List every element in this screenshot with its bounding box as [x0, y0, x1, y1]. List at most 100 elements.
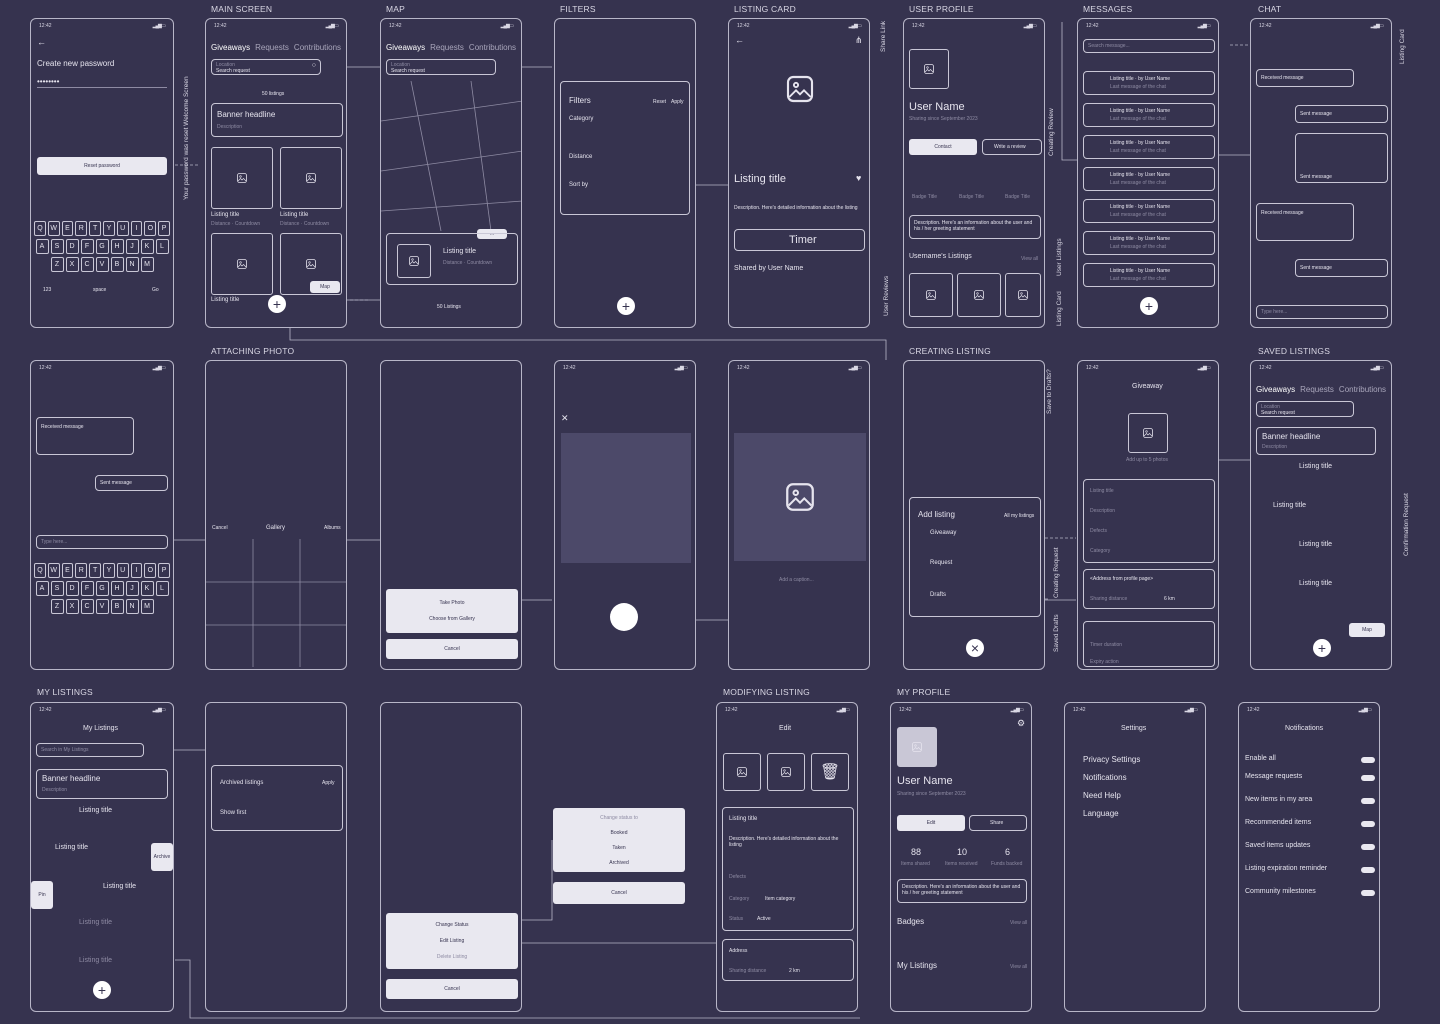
tab-giveaways[interactable]: Giveaways: [1256, 385, 1295, 394]
take-photo-option[interactable]: Take Photo: [439, 600, 464, 606]
key[interactable]: W: [47, 563, 60, 578]
address-field[interactable]: <Address from profile page>: [1090, 576, 1153, 582]
key[interactable]: W: [47, 221, 60, 236]
key[interactable]: P: [158, 221, 170, 236]
key-123[interactable]: 123: [43, 287, 51, 293]
key[interactable]: U: [116, 563, 129, 578]
key[interactable]: E: [61, 563, 74, 578]
description-field[interactable]: Description. Here's detailed information…: [729, 836, 849, 848]
add-listing-button[interactable]: +: [1313, 639, 1331, 657]
add-listing-button[interactable]: +: [268, 295, 286, 313]
cancel-button[interactable]: Cancel: [386, 639, 518, 659]
listing-image[interactable]: [211, 233, 273, 295]
photo-slot[interactable]: [767, 753, 805, 791]
keyboard[interactable]: QWERTYUIOP ASDFGHJKL ZXCVBNM: [34, 563, 170, 617]
write-review-button[interactable]: Write a review: [982, 139, 1042, 155]
close-icon[interactable]: ✕: [561, 413, 569, 424]
apply-link[interactable]: Apply: [322, 780, 335, 786]
albums-link[interactable]: Albums: [324, 525, 341, 531]
conversation-item[interactable]: Listing title · by User Name Last message…: [1083, 135, 1215, 159]
timer-duration-select[interactable]: Timer duration: [1090, 642, 1122, 648]
key[interactable]: U: [116, 221, 129, 236]
toggle-milestones[interactable]: [1361, 890, 1375, 896]
banner-card[interactable]: Banner headline Description: [36, 769, 168, 799]
conversation-item[interactable]: Listing title · by User Name Last message…: [1083, 167, 1215, 191]
share-icon[interactable]: ⋔: [855, 35, 863, 46]
delete-listing-option[interactable]: Delete Listing: [437, 954, 467, 960]
toggle-recommended[interactable]: [1361, 821, 1375, 827]
key-space[interactable]: space: [93, 287, 106, 293]
conversation-item[interactable]: Listing title · by User Name Last message…: [1083, 263, 1215, 287]
favorite-icon[interactable]: ♥: [856, 173, 861, 183]
toggle-message-requests[interactable]: [1361, 775, 1375, 781]
key[interactable]: G: [95, 581, 109, 596]
key[interactable]: Q: [34, 221, 46, 236]
contact-button[interactable]: Contact: [909, 139, 977, 155]
key[interactable]: K: [140, 239, 154, 254]
key[interactable]: I: [130, 563, 143, 578]
listing-title-field[interactable]: Listing title: [1090, 488, 1114, 494]
key[interactable]: P: [158, 563, 170, 578]
search-input[interactable]: Location Search request ○: [211, 59, 321, 75]
key[interactable]: C: [80, 599, 94, 614]
listing-image[interactable]: [280, 147, 342, 209]
cancel-button[interactable]: Cancel: [386, 979, 518, 999]
apply-link[interactable]: Apply: [671, 99, 684, 105]
key[interactable]: N: [125, 257, 139, 272]
key[interactable]: A: [35, 239, 49, 254]
banner-card[interactable]: Banner headline Description: [211, 103, 343, 137]
key[interactable]: R: [75, 563, 88, 578]
key[interactable]: L: [155, 239, 169, 254]
sharing-distance-value[interactable]: 2 km: [789, 968, 800, 974]
settings-item-language[interactable]: Language: [1083, 809, 1119, 818]
caption-input[interactable]: Add a caption...: [779, 577, 814, 583]
photo-slot[interactable]: [723, 753, 761, 791]
tab-giveaways[interactable]: Giveaways: [211, 43, 250, 52]
key[interactable]: H: [110, 581, 124, 596]
toggle-enable-all[interactable]: [1361, 757, 1375, 763]
category-select[interactable]: Category: [1090, 548, 1110, 554]
key[interactable]: B: [110, 599, 124, 614]
shared-by[interactable]: Shared by User Name: [734, 265, 803, 272]
conversation-item[interactable]: Listing title · by User Name Last message…: [1083, 231, 1215, 255]
key[interactable]: N: [125, 599, 139, 614]
close-sheet-button[interactable]: ×: [966, 639, 984, 657]
archive-action[interactable]: Archive: [151, 843, 173, 871]
key[interactable]: C: [80, 257, 94, 272]
edit-listing-option[interactable]: Edit Listing: [440, 938, 464, 944]
reset-password-button[interactable]: Reset password: [37, 157, 167, 175]
key[interactable]: Y: [103, 221, 115, 236]
choose-gallery-option[interactable]: Choose from Gallery: [429, 616, 475, 622]
key[interactable]: F: [80, 239, 94, 254]
category-select[interactable]: Item category: [765, 896, 795, 902]
tab-giveaways[interactable]: Giveaways: [386, 43, 425, 52]
settings-item-help[interactable]: Need Help: [1083, 791, 1121, 800]
sharing-distance-value[interactable]: 6 km: [1164, 596, 1175, 602]
settings-item-privacy[interactable]: Privacy Settings: [1083, 755, 1140, 764]
share-button[interactable]: Share: [969, 815, 1027, 831]
new-message-button[interactable]: +: [1140, 297, 1158, 315]
view-all-link[interactable]: View all: [1010, 964, 1027, 970]
key[interactable]: K: [140, 581, 154, 596]
address-field[interactable]: Address: [729, 948, 747, 954]
key[interactable]: E: [61, 221, 74, 236]
key[interactable]: G: [95, 239, 109, 254]
map-view[interactable]: [381, 81, 522, 231]
key[interactable]: R: [75, 221, 88, 236]
search-input[interactable]: Location Search request: [1256, 401, 1354, 417]
tab-contributions[interactable]: Contributions: [1339, 385, 1386, 394]
gear-icon[interactable]: ⚙: [1017, 718, 1025, 729]
settings-item-notifications[interactable]: Notifications: [1083, 773, 1127, 782]
edit-profile-button[interactable]: Edit: [897, 815, 965, 831]
key[interactable]: X: [65, 257, 79, 272]
map-listing-card[interactable]: Listing title Distance · Countdown: [386, 233, 518, 285]
back-icon[interactable]: ←: [735, 35, 744, 45]
status-taken-option[interactable]: Taken: [612, 845, 625, 851]
conversation-item[interactable]: Listing title · by User Name Last message…: [1083, 71, 1215, 95]
key[interactable]: H: [110, 239, 124, 254]
banner-card[interactable]: Banner headline Description: [1256, 427, 1376, 455]
listing-image[interactable]: [909, 273, 953, 317]
key[interactable]: O: [144, 563, 157, 578]
drafts-option[interactable]: Drafts: [930, 592, 946, 598]
message-input[interactable]: Type here...: [36, 535, 168, 549]
